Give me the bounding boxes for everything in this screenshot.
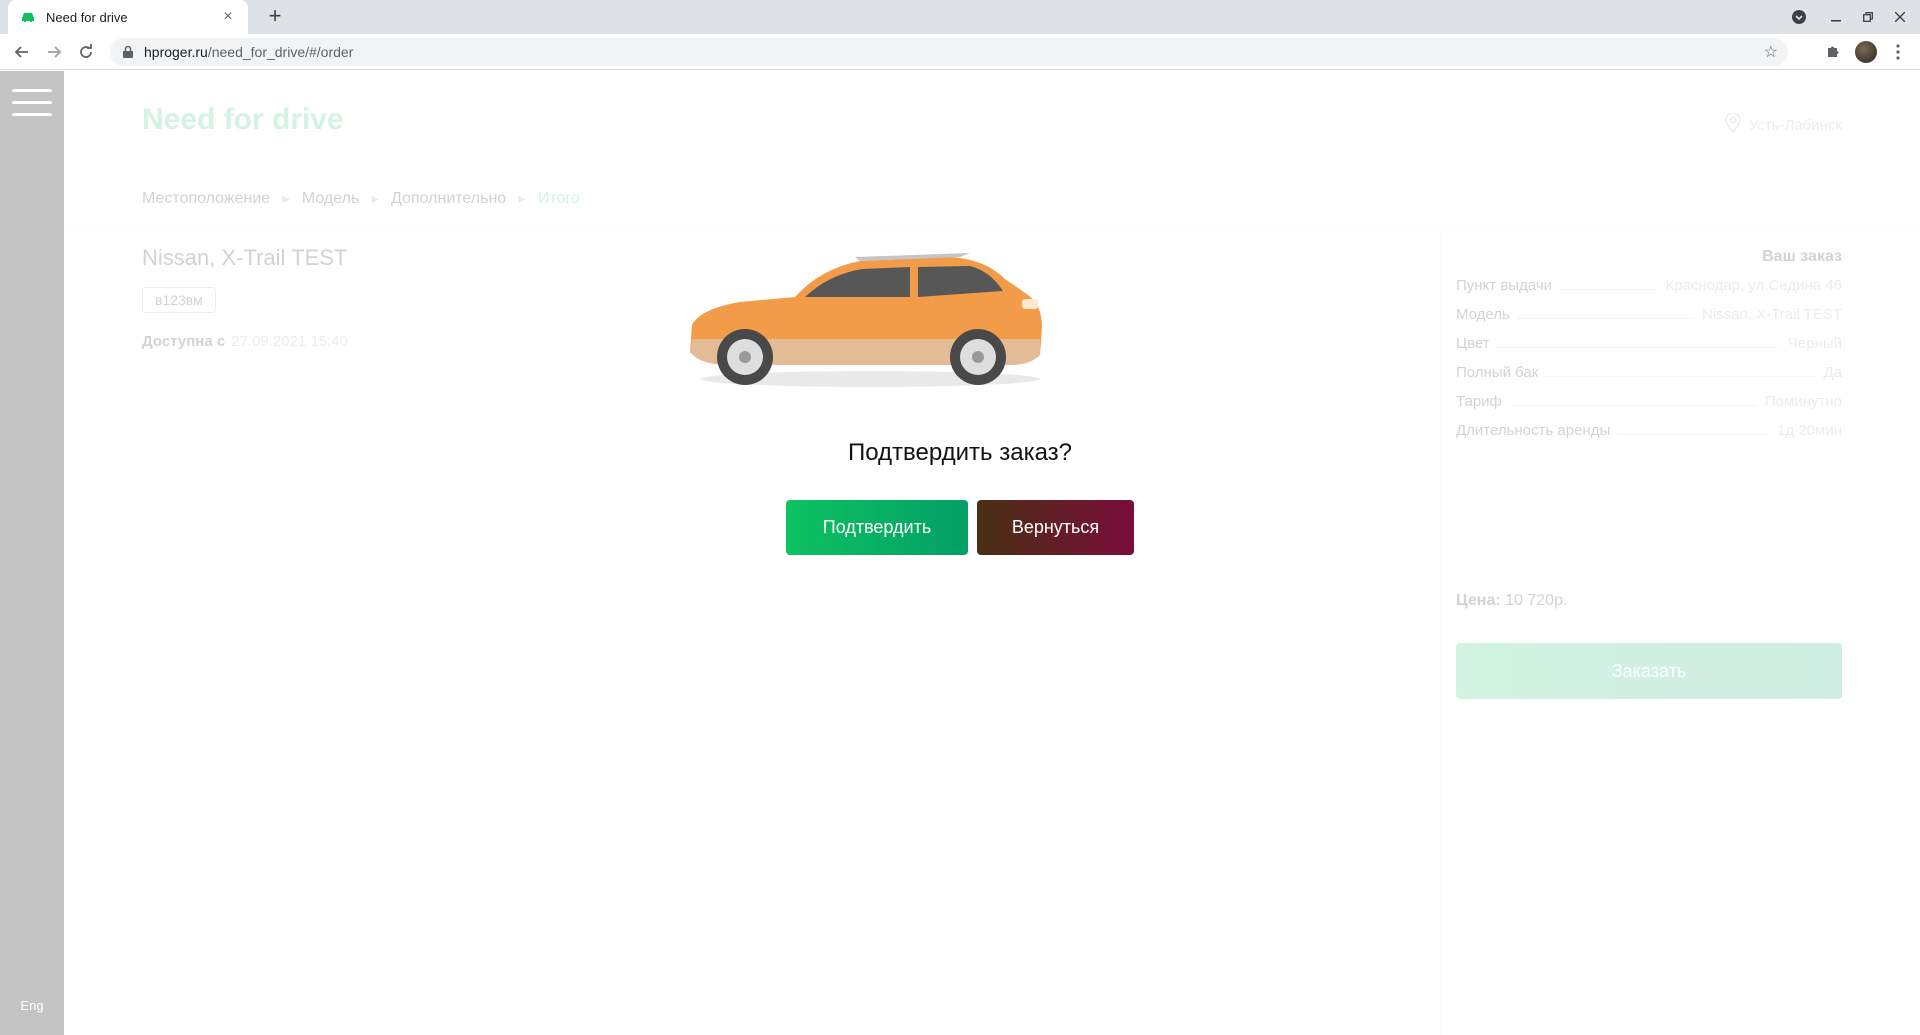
tab-close-icon[interactable]: × [218, 8, 238, 26]
forward-arrow-icon[interactable] [40, 38, 68, 66]
restore-icon[interactable] [1852, 0, 1884, 34]
browser-tab[interactable]: Need for drive × [8, 0, 248, 34]
tab-search-icon[interactable] [1783, 0, 1815, 34]
minimize-icon[interactable] [1820, 0, 1852, 34]
new-tab-button[interactable]: + [262, 4, 288, 30]
browser-tab-bar: Need for drive × + [0, 0, 1920, 34]
url-host: hproger.ru [144, 44, 208, 60]
reload-icon[interactable] [72, 38, 100, 66]
profile-avatar[interactable] [1852, 38, 1880, 66]
confirm-button[interactable]: Подтвердить [786, 500, 968, 555]
extensions-puzzle-icon[interactable] [1819, 38, 1847, 66]
browser-menu-icon[interactable] [1884, 38, 1912, 66]
back-button[interactable]: Вернуться [977, 500, 1134, 555]
lock-icon [120, 44, 136, 60]
language-switch[interactable]: Eng [0, 998, 64, 1013]
bookmark-star-icon[interactable]: ☆ [1764, 42, 1778, 62]
car-favicon-icon [20, 9, 36, 25]
hamburger-menu-icon[interactable] [12, 89, 52, 121]
back-arrow-icon[interactable] [8, 38, 36, 66]
tab-title: Need for drive [46, 9, 128, 25]
sidebar: Eng [0, 71, 64, 1035]
confirm-question: Подтвердить заказ? [847, 439, 1073, 466]
url-text: hproger.ru/need_for_drive/#/order [144, 44, 1764, 60]
close-window-icon[interactable] [1884, 0, 1916, 34]
address-bar[interactable]: hproger.ru/need_for_drive/#/order ☆ [110, 38, 1788, 66]
browser-toolbar: hproger.ru/need_for_drive/#/order ☆ [0, 34, 1920, 70]
url-path: /need_for_drive/#/order [207, 44, 354, 60]
